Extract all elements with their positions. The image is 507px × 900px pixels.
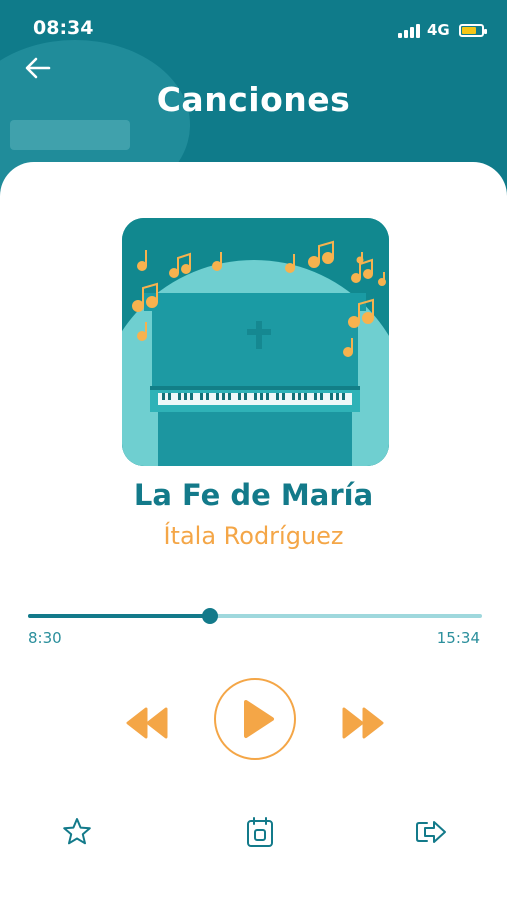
back-button[interactable]: [24, 55, 52, 81]
play-button[interactable]: [214, 678, 296, 760]
total-time: 15:34: [436, 629, 480, 647]
arrow-left-icon: [25, 57, 51, 79]
battery-icon: [459, 24, 487, 37]
fast-forward-icon: [342, 707, 384, 739]
calendar-button[interactable]: [243, 815, 277, 849]
signal-icon: [398, 24, 422, 38]
status-time: 08:34: [33, 17, 94, 39]
progress-handle[interactable]: [201, 608, 218, 624]
song-artist: Ítala Rodríguez: [163, 522, 344, 550]
header-background-shape: [10, 120, 130, 150]
rewind-button[interactable]: [124, 705, 170, 741]
status-bar: 08:34 4G: [0, 0, 507, 56]
album-art: [122, 218, 389, 466]
progress-fill: [28, 614, 210, 618]
progress-slider[interactable]: [28, 608, 482, 624]
network-type: 4G: [427, 21, 450, 39]
favorite-button[interactable]: [60, 815, 94, 849]
calendar-icon: [247, 817, 273, 847]
page-title: Canciones: [156, 80, 351, 119]
fast-forward-button[interactable]: [340, 705, 386, 741]
player-screen: 08:34 4G Canciones La Fe de María Ítala …: [0, 0, 507, 900]
play-icon: [244, 700, 274, 738]
rewind-icon: [126, 707, 168, 739]
song-title: La Fe de María: [133, 478, 374, 512]
share-button[interactable]: [413, 815, 447, 849]
share-icon: [416, 821, 446, 843]
elapsed-time: 8:30: [28, 629, 62, 647]
star-icon: [63, 818, 91, 845]
